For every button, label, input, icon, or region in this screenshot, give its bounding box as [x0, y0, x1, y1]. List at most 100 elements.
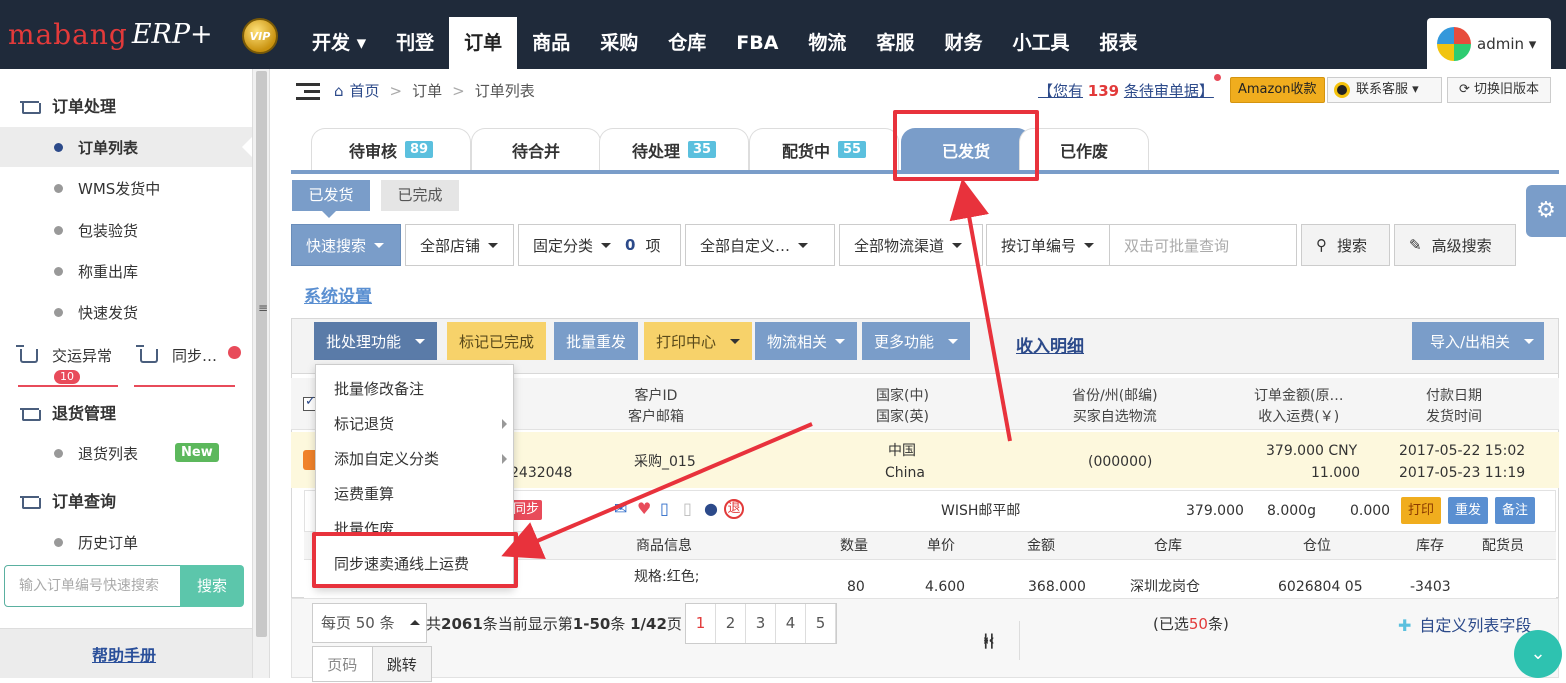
sidebar-sync[interactable]: 同步… — [136, 344, 217, 366]
order-id[interactable]: 2432048 — [510, 462, 572, 484]
sidebar-scrollbar[interactable]: ≡ — [252, 69, 270, 678]
basket-icon — [20, 97, 41, 114]
package-weight: 8.000g — [1267, 503, 1316, 519]
logo[interactable]: mabang ERP+ — [8, 18, 213, 51]
sidebar-exception[interactable]: 交运异常 — [16, 344, 112, 366]
scroll-thumb[interactable] — [256, 71, 267, 637]
mark-completed-button[interactable]: 标记已完成 — [447, 322, 547, 360]
menu-batch-void[interactable]: 批量作废 — [316, 512, 513, 532]
sidebar-item-weigh[interactable]: 称重出库 — [0, 251, 252, 291]
fixed-category-select[interactable]: 固定分类 0 项 — [518, 224, 681, 266]
col-qty: 数量 — [840, 538, 868, 554]
col-stock: 库存 — [1416, 538, 1444, 554]
note-button[interactable]: 备注 — [1495, 497, 1536, 524]
menu-recalc-shipping[interactable]: 运费重算 — [316, 477, 513, 512]
batch-actions-button[interactable]: 批处理功能 — [314, 322, 438, 360]
import-export-button[interactable]: 导入/出相关 — [1412, 322, 1544, 360]
resend-button[interactable]: 重发 — [1448, 497, 1489, 524]
nav-orders[interactable]: 订单 — [449, 17, 518, 69]
sidebar-item-quick-ship[interactable]: 快速发货 — [0, 292, 252, 332]
sidebar-section-query[interactable]: 订单查询 — [20, 488, 116, 512]
item-warehouse: 深圳龙岗仓 — [1130, 579, 1200, 595]
menu-add-custom-category[interactable]: 添加自定义分类 — [316, 442, 513, 477]
gear-icon[interactable]: ⚙ — [1526, 185, 1566, 237]
page-number-input[interactable]: 页码 — [313, 647, 372, 681]
heart-icon[interactable]: ♥ — [637, 499, 651, 519]
page-1[interactable]: 1 — [686, 604, 716, 643]
tab-pending-merge[interactable]: 待合并 — [471, 128, 601, 170]
nav-fba[interactable]: FBA — [721, 17, 793, 69]
menu-mark-return[interactable]: 标记退货 — [316, 407, 513, 442]
menu-toggle-icon[interactable] — [296, 82, 320, 100]
clipboard-gray-icon[interactable]: ▯ — [683, 499, 692, 519]
nav-purchase[interactable]: 采购 — [585, 17, 653, 69]
logo-product: ERP+ — [131, 18, 213, 50]
amazon-collect-button[interactable]: Amazon收款 — [1230, 77, 1325, 103]
sidebar-section-return[interactable]: 退货管理 — [20, 400, 116, 424]
nav-tools[interactable]: 小工具 — [997, 17, 1084, 69]
pending-notice[interactable]: 【您有 139 条待审单据】 — [1038, 80, 1214, 101]
logistics-channel-select[interactable]: 全部物流渠道 — [839, 224, 983, 266]
subtab-completed[interactable]: 已完成 — [381, 180, 459, 211]
advanced-search-button[interactable]: ✎ 高级搜索 — [1394, 224, 1516, 266]
user-menu[interactable]: admin ▾ — [1427, 18, 1551, 69]
nav-develop[interactable]: 开发 ▾ — [297, 17, 381, 69]
page-size-select[interactable]: 每页 50 条 — [312, 603, 427, 643]
tab-allocating[interactable]: 配货中 55 — [749, 128, 899, 170]
nav-reports[interactable]: 报表 — [1084, 17, 1152, 69]
nav-service[interactable]: 客服 — [861, 17, 929, 69]
sidebar-section-order[interactable]: 订单处理 — [20, 93, 116, 117]
home-icon: ⌂ — [334, 81, 344, 100]
print-center-button[interactable]: 打印中心 — [644, 322, 753, 360]
menu-batch-edit-note[interactable]: 批量修改备注 — [316, 372, 513, 407]
avatar-icon — [1437, 26, 1471, 61]
quick-search-dropdown[interactable]: 快速搜索 — [291, 224, 401, 266]
breadcrumb-orders[interactable]: 订单 — [412, 80, 442, 101]
tab-pending-process[interactable]: 待处理 35 — [599, 128, 749, 170]
shop-select[interactable]: 全部店铺 — [405, 224, 514, 266]
nav-finance[interactable]: 财务 — [929, 17, 997, 69]
info-icon[interactable]: ● — [704, 499, 718, 519]
sidebar-item-history[interactable]: 历史订单 — [0, 522, 252, 562]
switch-old-version-button[interactable]: ⟳ 切换旧版本 — [1447, 77, 1551, 103]
help-link[interactable]: 帮助手册 — [92, 642, 156, 666]
chevron-down-icon[interactable]: ⌄ — [1514, 630, 1562, 678]
custom-category-select[interactable]: 全部自定义… — [685, 224, 835, 266]
tab-pending-review[interactable]: 待审核 89 — [311, 128, 471, 170]
custom-fields-link[interactable]: ✚ 自定义列表字段 — [1398, 612, 1531, 636]
nav-warehouse[interactable]: 仓库 — [653, 17, 721, 69]
nav-listing[interactable]: 刊登 — [381, 17, 449, 69]
more-actions-button[interactable]: 更多功能 — [862, 322, 971, 360]
return-icon[interactable]: 退 — [724, 499, 744, 519]
message-icon[interactable]: ✉ — [614, 499, 627, 519]
page-2[interactable]: 2 — [716, 604, 746, 643]
print-button[interactable]: 打印 — [1401, 497, 1442, 524]
income-detail-link[interactable]: 收入明细 — [1016, 332, 1084, 357]
breadcrumb-home[interactable]: 首页 — [350, 80, 380, 101]
batch-query-input[interactable]: 双击可批量查询 — [1109, 224, 1297, 266]
search-field-select[interactable]: 按订单编号 — [986, 224, 1110, 266]
page-5[interactable]: 5 — [806, 604, 836, 643]
sidebar-item-pack[interactable]: 包装验货 — [0, 210, 252, 250]
sidebar-item-order-list[interactable]: 订单列表 — [0, 127, 252, 167]
basket-icon — [20, 492, 41, 509]
divider — [134, 385, 235, 387]
page-4[interactable]: 4 — [776, 604, 806, 643]
last-page-icon[interactable]: ›| — [983, 621, 1020, 660]
jump-button[interactable]: 跳转 — [371, 647, 431, 681]
col-product-info: 商品信息 — [636, 538, 692, 554]
logistics-actions-button[interactable]: 物流相关 — [755, 322, 858, 360]
search-button[interactable]: ⚲ 搜索 — [1301, 224, 1390, 266]
quick-order-search-input[interactable]: 输入订单编号快速搜索 — [4, 565, 181, 607]
clipboard-icon[interactable]: ▯ — [660, 499, 669, 519]
contact-support-button[interactable]: 联系客服 ▾ — [1327, 77, 1442, 103]
item-spec: 规格:红色; — [634, 569, 700, 585]
nav-products[interactable]: 商品 — [517, 17, 585, 69]
subtab-shipped[interactable]: 已发货 — [292, 180, 370, 218]
page-3[interactable]: 3 — [746, 604, 776, 643]
nav-logistics[interactable]: 物流 — [793, 17, 861, 69]
quick-search-button[interactable]: 搜索 — [180, 565, 244, 607]
batch-resend-button[interactable]: 批量重发 — [554, 322, 639, 360]
system-settings-link[interactable]: 系统设置 — [304, 282, 372, 307]
sidebar-item-wms[interactable]: WMS发货中 — [0, 168, 252, 208]
